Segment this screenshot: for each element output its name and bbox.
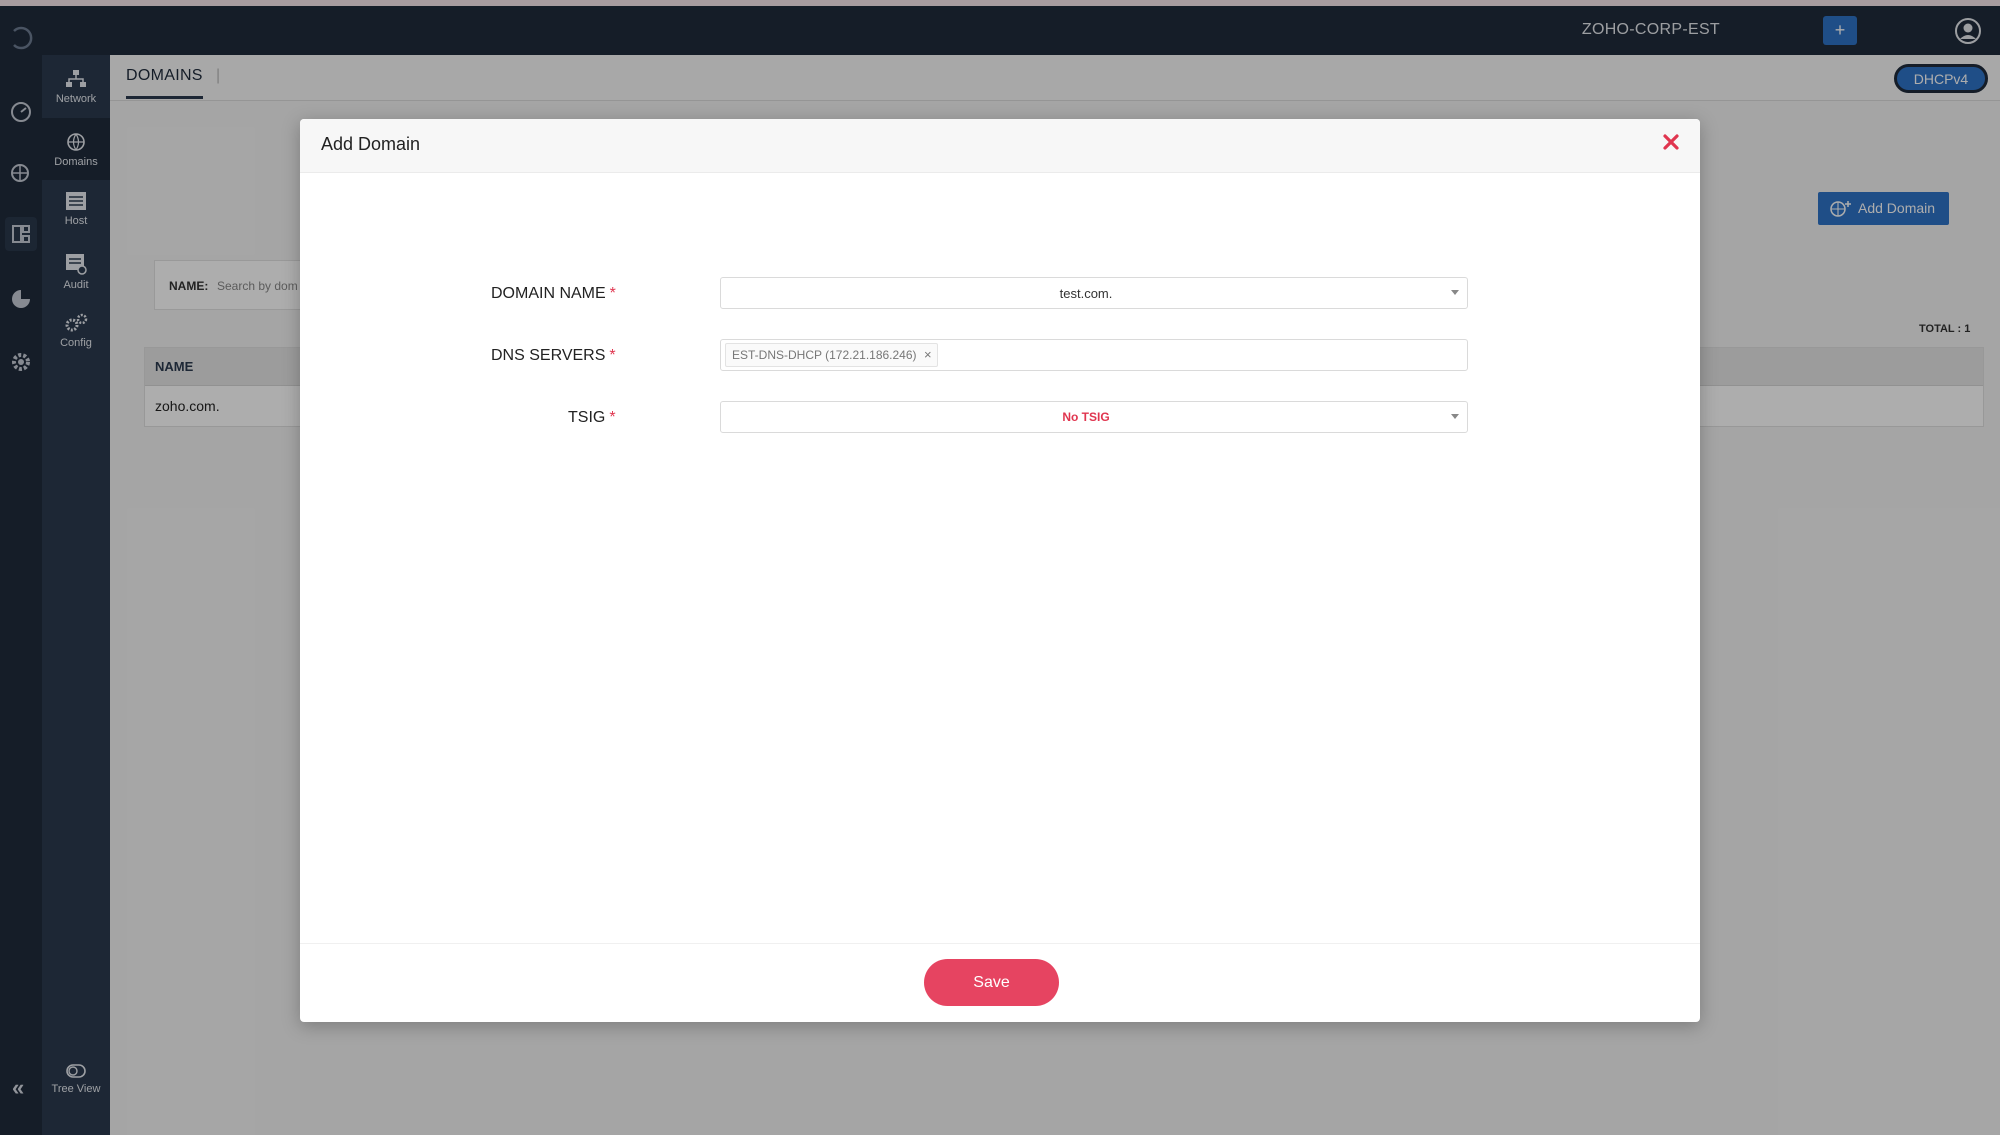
- save-button[interactable]: Save: [924, 959, 1059, 1006]
- dialog-header: Add Domain: [300, 119, 1700, 173]
- chevron-down-icon: [1451, 414, 1459, 419]
- tsig-label: TSIG *: [568, 409, 616, 426]
- close-icon[interactable]: [1660, 131, 1682, 153]
- add-domain-dialog: Add Domain DOMAIN NAME * test.com. DNS SE…: [300, 119, 1700, 1022]
- chip-remove-icon[interactable]: ×: [924, 344, 932, 366]
- tsig-select[interactable]: No TSIG: [720, 401, 1468, 433]
- tsig-value: No TSIG: [1062, 410, 1110, 424]
- tsig-row: TSIG * No TSIG: [300, 401, 1700, 435]
- domain-name-select[interactable]: test.com.: [720, 277, 1468, 309]
- chevron-down-icon: [1451, 290, 1459, 295]
- dialog-title: Add Domain: [321, 134, 421, 154]
- dns-servers-multiselect[interactable]: EST-DNS-DHCP (172.21.186.246) ×: [720, 339, 1468, 371]
- dialog-footer: Save: [300, 943, 1700, 1022]
- dns-server-chip: EST-DNS-DHCP (172.21.186.246) ×: [725, 343, 938, 367]
- domain-name-value: test.com.: [1059, 286, 1113, 301]
- domain-name-label: DOMAIN NAME *: [491, 285, 616, 302]
- dns-servers-row: DNS SERVERS * EST-DNS-DHCP (172.21.186.24…: [300, 339, 1700, 373]
- domain-name-row: DOMAIN NAME * test.com.: [300, 277, 1700, 311]
- dns-servers-label: DNS SERVERS *: [491, 347, 616, 364]
